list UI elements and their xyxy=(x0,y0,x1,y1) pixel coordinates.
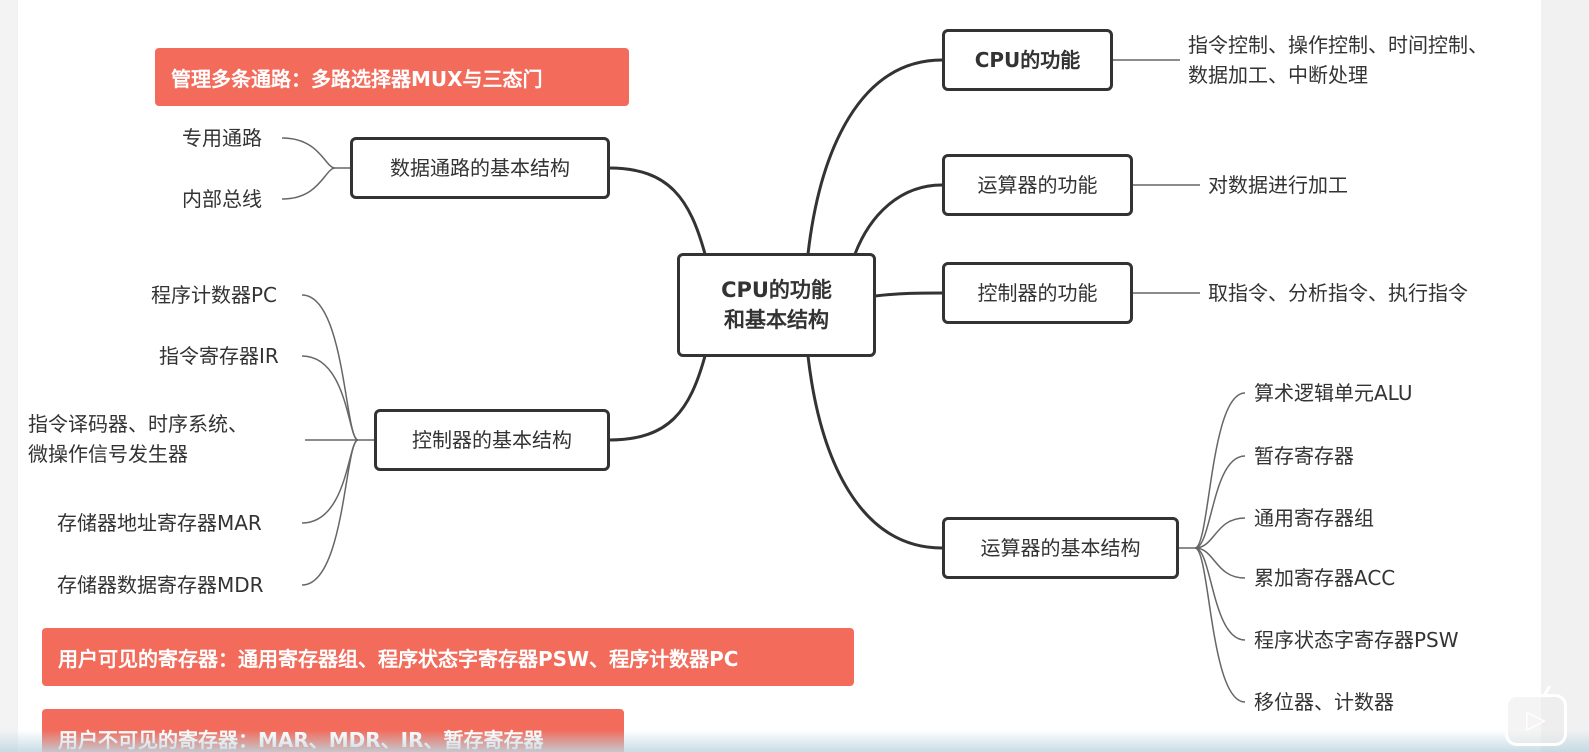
node-datapath-structure-label: 数据通路的基本结构 xyxy=(390,156,570,180)
node-control-structure: 控制器的基本结构 xyxy=(374,409,610,471)
node-alu-function: 运算器的功能 xyxy=(942,154,1133,216)
control-structure-item-line1: 指令译码器、时序系统、 xyxy=(28,412,248,436)
link-root-alu-structure xyxy=(806,355,943,550)
play-icon[interactable]: ▷ xyxy=(1505,685,1567,746)
alu-structure-item: 暂存寄存器 xyxy=(1254,444,1354,468)
link-root-datapath xyxy=(608,166,707,255)
root-title-line1: CPU的功能 xyxy=(721,278,832,302)
node-control-function: 控制器的功能 xyxy=(942,262,1133,324)
bottom-fade xyxy=(0,730,1589,752)
node-alu-structure: 运算器的基本结构 xyxy=(942,517,1179,579)
cpu-function-detail: 指令控制、操作控制、时间控制、 数据加工、中断处理 xyxy=(1188,30,1533,90)
datapath-item: 内部总线 xyxy=(182,187,262,211)
control-structure-item: 存储器地址寄存器MAR xyxy=(57,511,262,535)
badge-ear-left xyxy=(1520,685,1531,698)
alu-structure-item: 算术逻辑单元ALU xyxy=(1254,381,1413,405)
banner-visible-registers: 用户可见的寄存器：通用寄存器组、程序状态字寄存器PSW、程序计数器PC xyxy=(42,628,854,686)
node-control-function-label: 控制器的功能 xyxy=(977,281,1098,305)
root-node: CPU的功能 和基本结构 xyxy=(677,253,876,357)
datapath-item: 专用通路 xyxy=(182,126,262,150)
right-margin xyxy=(1541,0,1589,752)
node-alu-function-label: 运算器的功能 xyxy=(977,173,1098,197)
mind-map-canvas: CPU的功能 和基本结构 CPU的功能 运算器的功能 控制器的功能 运算器的基本… xyxy=(0,0,1589,752)
alu-structure-item: 通用寄存器组 xyxy=(1254,506,1374,530)
node-control-structure-label: 控制器的基本结构 xyxy=(412,428,572,452)
node-alu-structure-label: 运算器的基本结构 xyxy=(980,536,1141,560)
control-structure-item: 指令译码器、时序系统、 微操作信号发生器 xyxy=(28,409,300,469)
play-glyph-icon: ▷ xyxy=(1526,705,1546,735)
banner-mux: 管理多条通路：多路选择器MUX与三态门 xyxy=(155,48,629,106)
node-cpu-function-label: CPU的功能 xyxy=(974,48,1081,72)
alu-structure-item: 累加寄存器ACC xyxy=(1254,566,1396,590)
node-cpu-function: CPU的功能 xyxy=(942,29,1113,91)
cpu-function-detail-line2: 数据加工、中断处理 xyxy=(1188,63,1368,87)
alu-function-detail: 对数据进行加工 xyxy=(1208,173,1348,197)
link-root-control-function xyxy=(874,291,943,298)
control-structure-item-line2: 微操作信号发生器 xyxy=(28,442,188,466)
cpu-function-detail-line1: 指令控制、操作控制、时间控制、 xyxy=(1188,33,1488,57)
alu-structure-item: 移位器、计数器 xyxy=(1254,690,1394,714)
alu-structure-item: 程序状态字寄存器PSW xyxy=(1254,628,1459,652)
control-function-detail: 取指令、分析指令、执行指令 xyxy=(1208,281,1468,305)
left-margin xyxy=(0,0,18,752)
link-root-control-structure xyxy=(608,355,707,442)
control-structure-item: 程序计数器PC xyxy=(151,283,278,307)
root-title-line2: 和基本结构 xyxy=(724,308,829,332)
link-root-alu-function xyxy=(853,183,943,255)
control-structure-item: 指令寄存器IR xyxy=(159,344,279,368)
node-datapath-structure: 数据通路的基本结构 xyxy=(350,137,610,199)
link-root-cpu-function xyxy=(806,58,943,255)
control-structure-item: 存储器数据寄存器MDR xyxy=(57,573,264,597)
